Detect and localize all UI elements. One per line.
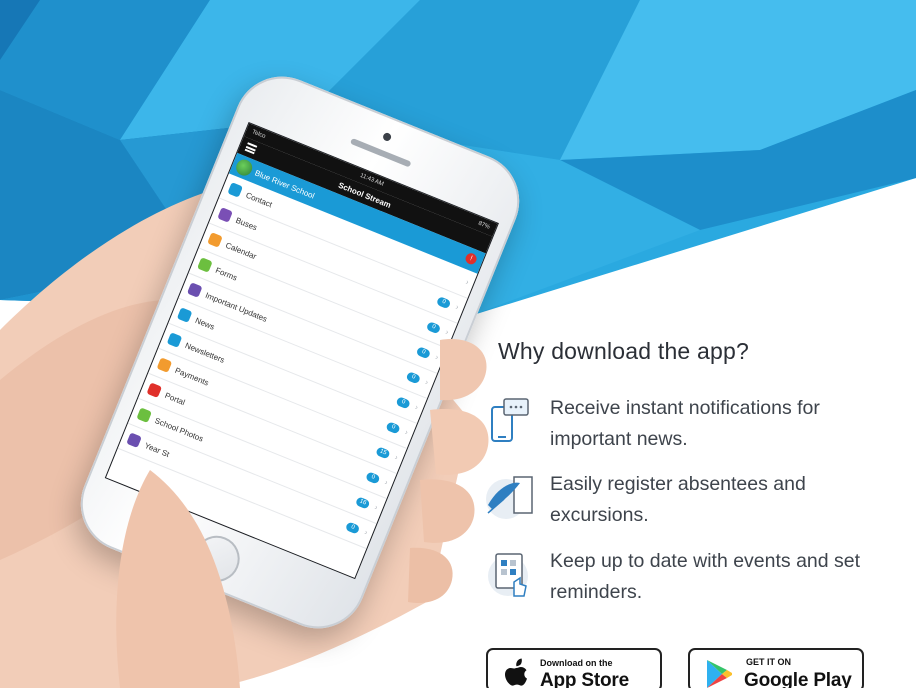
google-play-label: Google Play xyxy=(744,670,852,688)
calendar-touch-icon xyxy=(488,553,528,597)
feature-text: Receive instant notifications for import… xyxy=(550,397,820,450)
feature-events: Keep up to date with events and set remi… xyxy=(484,546,904,616)
page: Telco 11:43 AM 87% School Stream Blue Ri… xyxy=(0,0,916,688)
feature-text: Easily register absentees and excursions… xyxy=(550,473,806,526)
app-store-small-text: Download on the xyxy=(540,658,613,668)
feature-absentees: Easily register absentees and excursions… xyxy=(484,469,904,539)
phone-chat-icon xyxy=(491,398,529,442)
app-store-label: App Store xyxy=(540,670,629,688)
quill-scroll-icon xyxy=(486,476,533,519)
page-heading: Why download the app? xyxy=(498,338,749,364)
google-play-small-text: GET IT ON xyxy=(746,657,791,667)
feature-notifications: Receive instant notifications for import… xyxy=(484,393,904,463)
feature-text: Keep up to date with events and set remi… xyxy=(550,550,861,603)
apple-icon xyxy=(505,658,527,686)
google-play-badge[interactable]: GET IT ON Google Play xyxy=(688,648,864,688)
google-play-icon xyxy=(707,660,732,688)
app-store-badge[interactable]: Download on the App Store xyxy=(486,648,662,688)
